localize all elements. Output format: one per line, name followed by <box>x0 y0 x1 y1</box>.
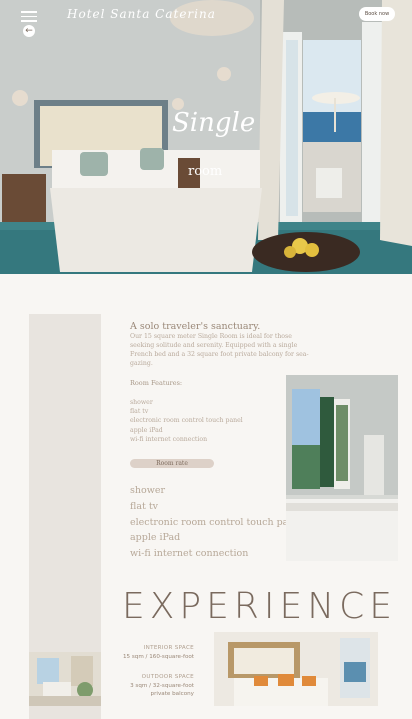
list-item: shower <box>130 399 153 406</box>
room-rate-button[interactable]: Room rate <box>130 459 214 468</box>
experience-title: EXPERIENCE <box>122 586 398 627</box>
interior-space-value: 15 sqm / 160-square-foot <box>122 653 194 660</box>
list-item: shower <box>130 485 166 496</box>
menu-icon[interactable] <box>21 11 37 22</box>
bedroom-thumbnail <box>214 632 378 706</box>
hotel-logo[interactable]: Hotel Santa Caterina <box>67 7 216 21</box>
bedroom-illustration <box>214 632 378 706</box>
hero-subtitle: room <box>188 164 223 179</box>
room-features-list: shower flat tv electronic room control t… <box>130 398 243 444</box>
outdoor-space-label: OUTDOOR SPACE <box>141 674 194 680</box>
interior-space-label: INTERIOR SPACE <box>143 645 194 651</box>
list-item: flat tv <box>130 500 159 512</box>
interior-space-info: INTERIOR SPACE 15 sqm / 160-square-foot <box>112 644 194 661</box>
hero-title: Single <box>172 108 256 138</box>
intro-title: A solo traveler's sanctuary. <box>130 321 261 332</box>
outdoor-space-info: OUTDOOR SPACE 3 sqm / 32-square-foot pri… <box>112 673 194 699</box>
room-photo <box>286 375 398 561</box>
intro-text: Our 15 square meter Single Room is ideal… <box>130 333 309 367</box>
list-item: electronic room control touch panel <box>130 516 304 528</box>
list-item: electronic room control touch panel <box>130 417 243 425</box>
outdoor-space-value: 3 sqm / 32-square-foot <box>130 682 194 689</box>
hero-image: ← Hotel Santa Caterina Book now Single r… <box>0 0 412 274</box>
room-window-illustration <box>286 375 398 561</box>
list-item: apple iPad <box>130 426 163 434</box>
list-item: wi-fi internet connection <box>130 435 208 443</box>
living-room-illustration <box>29 652 101 706</box>
list-item: apple iPad <box>130 532 181 544</box>
list-item: wi-fi internet connection <box>130 548 249 560</box>
arrow-left-icon[interactable]: ← <box>23 25 35 37</box>
list-item: flat tv <box>130 408 149 416</box>
book-now-button[interactable]: Book now <box>359 7 395 21</box>
living-room-thumbnail <box>29 652 101 706</box>
room-features-large-list: shower flat tv electronic room control t… <box>130 483 303 562</box>
room-features-heading: Room Features: <box>130 379 183 387</box>
outdoor-space-detail: private balcony <box>150 691 194 697</box>
